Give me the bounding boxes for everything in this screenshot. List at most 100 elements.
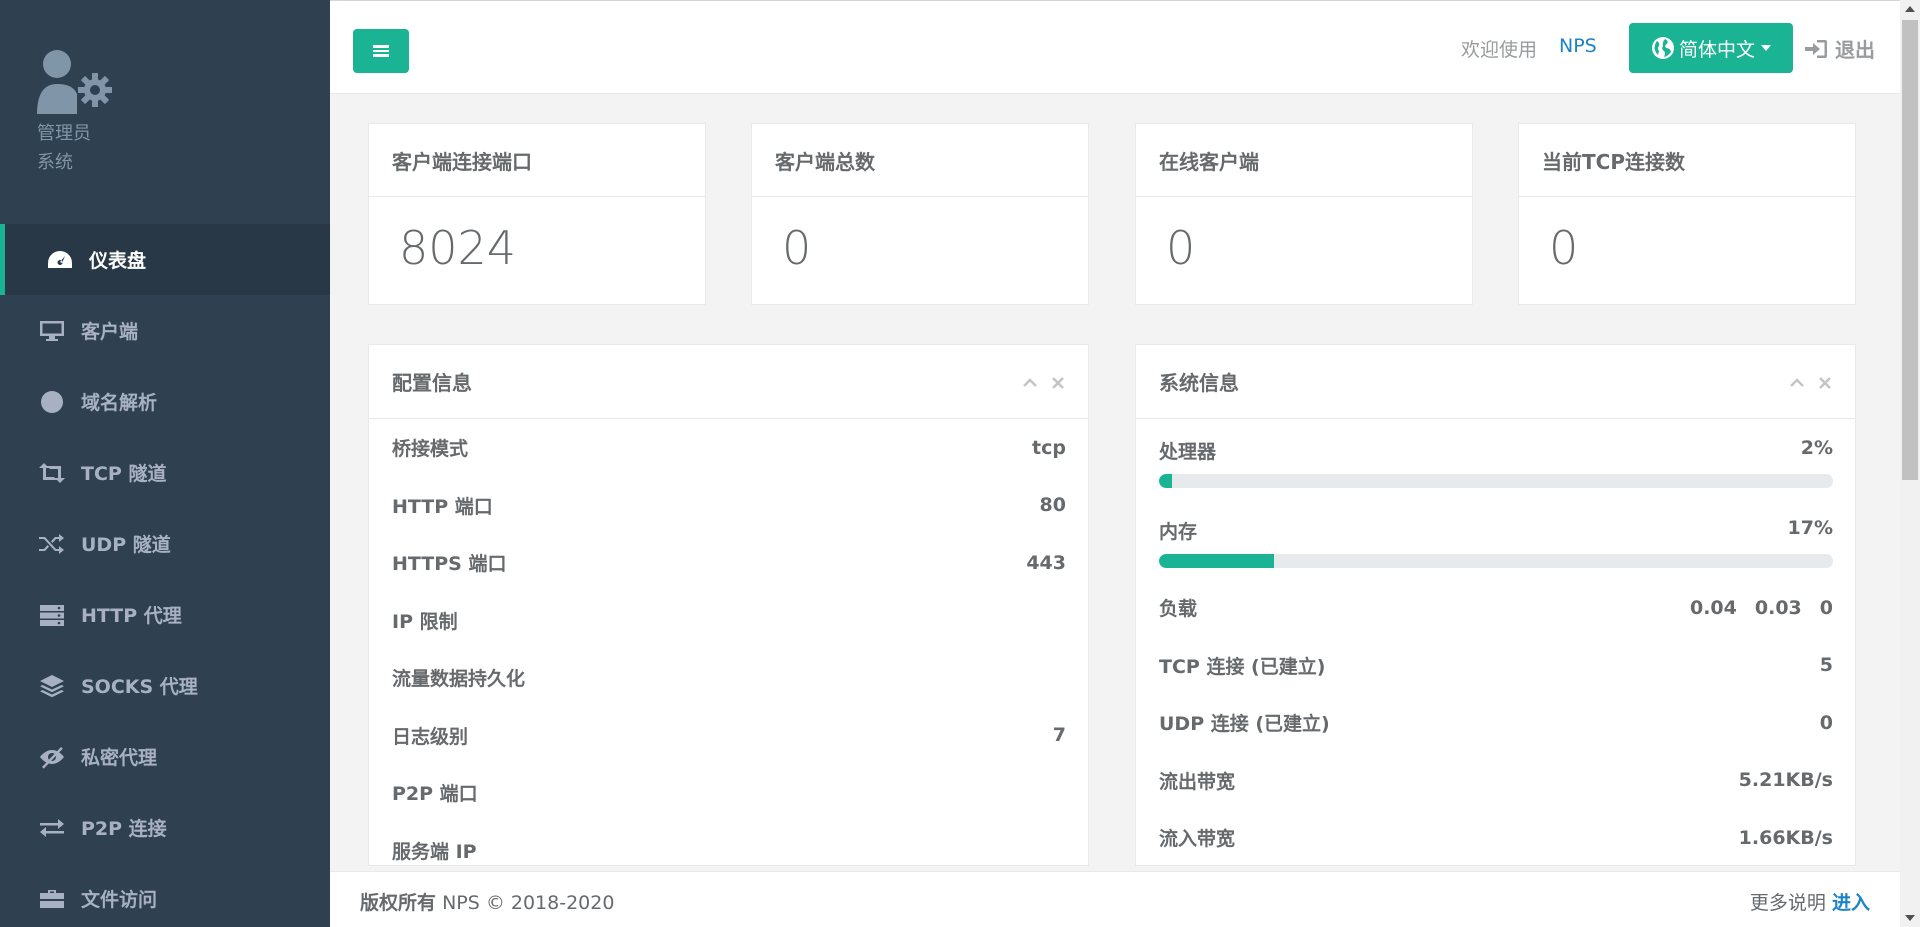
cpu-value: 2% [1800, 437, 1833, 459]
sidebar-item-label: TCP 隧道 [81, 463, 167, 485]
scrollbar-thumb[interactable] [1902, 20, 1918, 480]
desktop-icon [37, 319, 67, 343]
profile-name[interactable]: 管理员 [37, 119, 91, 145]
sidebar-item-secret[interactable]: 私密代理 [0, 721, 330, 792]
load-1m: 0.04 [1689, 596, 1737, 619]
load-label: 负载 [1159, 598, 1198, 621]
collapse-icon[interactable] [1022, 372, 1038, 388]
config-panel: 配置信息 桥接模式 tcp HTTP 端口 80 HTTPS 端口 443 IP 限制… [368, 344, 1089, 866]
config-value: tcp [1032, 436, 1066, 459]
sidebar-item-p2p[interactable]: P2P 连接 [0, 792, 330, 863]
logout-button[interactable]: 退出 [1805, 34, 1875, 63]
scrollbar[interactable] [1900, 0, 1920, 927]
sidebar-item-label: 客户端 [81, 321, 139, 343]
config-row: 日志级别 7 [369, 707, 1088, 765]
sidebar-item-label: 仪表盘 [89, 250, 147, 272]
sidebar-item-label: 域名解析 [81, 392, 158, 414]
config-label: 桥接模式 [392, 438, 469, 461]
sidebar-item-clients[interactable]: 客户端 [0, 295, 330, 366]
system-row: 流入带宽 1.66KB/s [1136, 809, 1855, 865]
menu-toggle-button[interactable] [353, 29, 409, 73]
welcome-text: 欢迎使用 [1461, 39, 1538, 61]
hamburger-icon [373, 43, 389, 59]
stat-card-tcp-connections: 当前TCP连接数 0 [1518, 123, 1856, 305]
caret-down-icon [1761, 45, 1771, 51]
memory-row: 内存 17% [1136, 499, 1855, 579]
stat-card-client-total: 客户端总数 0 [751, 123, 1089, 305]
scroll-down-icon[interactable] [1905, 915, 1915, 921]
panel-header: 配置信息 [369, 345, 1088, 419]
panel-tools [1022, 372, 1066, 389]
memory-progress-bar [1159, 554, 1833, 568]
language-dropdown[interactable]: 简体中文 [1629, 23, 1793, 73]
sidebar-item-domain[interactable]: 域名解析 [0, 366, 330, 437]
memory-label: 内存 [1159, 521, 1198, 543]
sidebar-item-label: SOCKS 代理 [81, 676, 198, 698]
sidebar-item-label: 私密代理 [81, 747, 158, 769]
system-label: UDP 连接 (已建立) [1159, 713, 1330, 736]
more-info: 更多说明 进入 [1750, 888, 1870, 915]
globe-icon [37, 390, 67, 414]
config-row: IP 限制 [369, 592, 1088, 650]
stat-label: 在线客户端 [1136, 124, 1472, 197]
random-icon [37, 532, 67, 556]
system-value: 5.21KB/s [1738, 769, 1833, 792]
sidebar-item-tcp[interactable]: TCP 隧道 [0, 437, 330, 508]
stat-label: 当前TCP连接数 [1519, 124, 1855, 197]
collapse-icon[interactable] [1789, 372, 1805, 388]
config-label: 流量数据持久化 [392, 668, 526, 691]
cpu-progress-fill [1159, 474, 1173, 488]
sidebar-item-dashboard[interactable]: 仪表盘 [0, 224, 330, 295]
system-panel: 系统信息 处理器 2% 内存 17% 负载 0.04 0.03 0 TCP 连接 (… [1135, 344, 1856, 866]
stat-value: 0 [782, 221, 812, 275]
sidebar-item-udp[interactable]: UDP 隧道 [0, 508, 330, 579]
system-label: 流出带宽 [1159, 770, 1236, 793]
cpu-progress-bar [1159, 474, 1833, 488]
briefcase-icon [37, 887, 67, 911]
load-15m: 0 [1819, 596, 1833, 619]
close-icon[interactable] [1050, 372, 1066, 389]
copyright-text: NPS © 2018-2020 [442, 892, 615, 914]
panel-tools [1789, 372, 1833, 389]
dashboard-icon [45, 248, 75, 272]
system-value: 0 [1819, 711, 1833, 734]
cpu-label: 处理器 [1159, 441, 1217, 463]
memory-value: 17% [1787, 517, 1833, 539]
copyright-label: 版权所有 [360, 892, 437, 914]
sidebar-item-socks[interactable]: SOCKS 代理 [0, 650, 330, 721]
exchange-icon [37, 816, 67, 840]
config-row: HTTP 端口 80 [369, 477, 1088, 535]
sidebar-item-label: UDP 隧道 [81, 534, 171, 556]
config-label: 日志级别 [392, 725, 469, 748]
sidebar: 管理员 系统 仪表盘 客户端 域名解析 TCP 隧道 UDP 隧道 HTTP 代… [0, 0, 330, 927]
stat-label: 客户端总数 [752, 124, 1088, 197]
stat-value: 8024 [399, 221, 517, 275]
stat-card-client-port: 客户端连接端口 8024 [368, 123, 706, 305]
profile: 管理员 系统 [0, 0, 330, 224]
more-info-link[interactable]: 进入 [1832, 892, 1870, 914]
close-icon[interactable] [1817, 372, 1833, 389]
cpu-row: 处理器 2% [1136, 419, 1855, 499]
layers-icon [37, 674, 67, 698]
globe-icon [1651, 37, 1674, 59]
config-label: 服务端 IP [392, 840, 477, 863]
more-info-text: 更多说明 [1749, 892, 1826, 914]
sidebar-item-http[interactable]: HTTP 代理 [0, 579, 330, 650]
sign-out-icon [1805, 39, 1827, 58]
stat-label: 客户端连接端口 [369, 124, 705, 197]
config-row: 流量数据持久化 [369, 649, 1088, 707]
sidebar-item-files[interactable]: 文件访问 [0, 863, 330, 927]
config-label: HTTPS 端口 [392, 553, 507, 576]
config-row: 桥接模式 tcp [369, 419, 1088, 477]
copyright: 版权所有 NPS © 2018-2020 [360, 888, 614, 915]
nps-link[interactable]: NPS [1559, 35, 1597, 57]
system-row: UDP 连接 (已建立) 0 [1136, 694, 1855, 752]
scroll-up-icon[interactable] [1905, 6, 1915, 12]
config-label: P2P 端口 [392, 783, 478, 806]
memory-progress-fill [1159, 554, 1274, 568]
retweet-icon [37, 461, 67, 485]
system-label: TCP 连接 (已建立) [1159, 655, 1326, 678]
stat-card-online-clients: 在线客户端 0 [1135, 123, 1473, 305]
server-icon [37, 603, 67, 627]
config-label: IP 限制 [392, 610, 458, 633]
